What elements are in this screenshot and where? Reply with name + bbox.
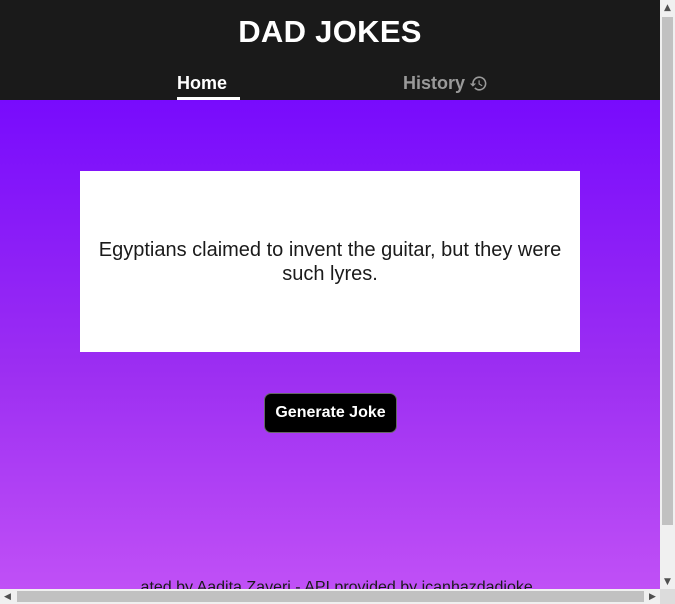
tab-home-label: Home xyxy=(177,73,228,93)
tab-home[interactable]: Home xyxy=(177,73,227,94)
app-title: DAD JOKES xyxy=(238,14,422,49)
scroll-up-icon[interactable]: ▲ xyxy=(660,0,675,15)
main-content: Egyptians claimed to invent the guitar, … xyxy=(0,100,660,589)
app-header: DAD JOKES Home History xyxy=(0,0,660,100)
scrollbar-corner xyxy=(660,589,675,604)
tab-history-label: History xyxy=(403,73,466,93)
footer-credit: ...ated by Aadita Zaveri - API provided … xyxy=(127,579,533,589)
scroll-right-icon[interactable]: ▶ xyxy=(645,589,660,604)
history-icon xyxy=(469,76,487,91)
tab-history[interactable]: History xyxy=(403,73,488,94)
scroll-left-icon[interactable]: ◀ xyxy=(0,589,15,604)
page-viewport: DAD JOKES Home History Egyptians claimed… xyxy=(0,0,660,589)
joke-card: Egyptians claimed to invent the guitar, … xyxy=(80,171,580,352)
vertical-scrollbar-thumb[interactable] xyxy=(662,17,673,525)
joke-text: Egyptians claimed to invent the guitar, … xyxy=(98,238,562,285)
horizontal-scrollbar-thumb[interactable] xyxy=(17,591,644,602)
generate-joke-button[interactable]: Generate Joke xyxy=(264,393,397,433)
scroll-down-icon[interactable]: ▼ xyxy=(660,574,675,589)
